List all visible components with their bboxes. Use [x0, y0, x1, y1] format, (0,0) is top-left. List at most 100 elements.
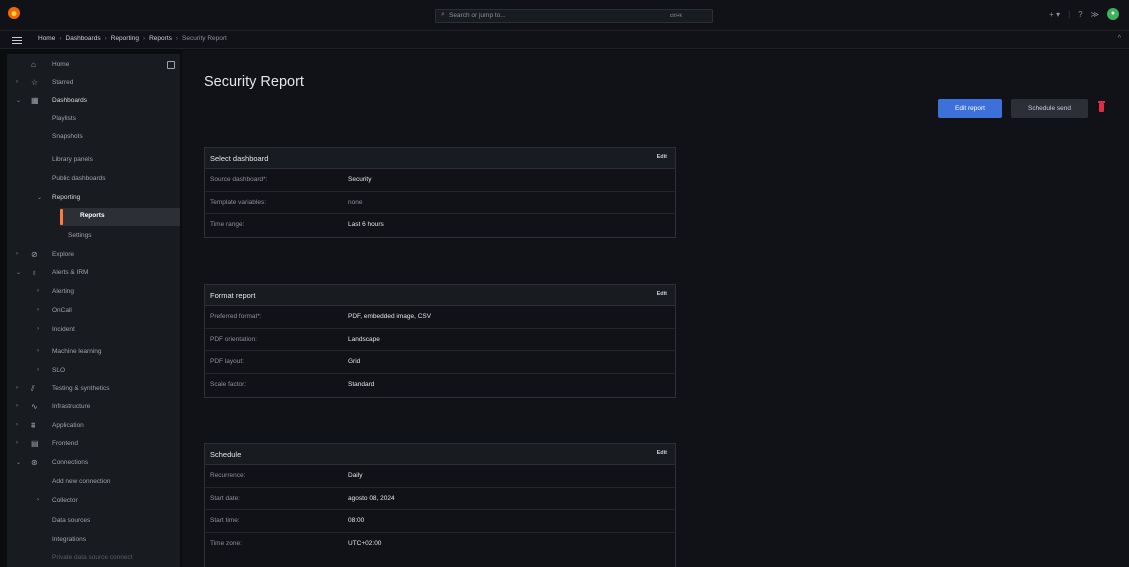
sidebar-item-alerts-irm[interactable]: ⌄ ♁ Alerts & IRM: [7, 265, 180, 283]
sidebar-item-connections[interactable]: ⌄ ⊛ Connections: [7, 455, 180, 473]
field-label: Time range:: [210, 221, 245, 229]
field-label: Time zone:: [210, 540, 242, 548]
sidebar-item-label: Alerting: [52, 288, 75, 295]
chevron-right-icon[interactable]: ›: [37, 326, 39, 332]
star-icon: ☆: [31, 78, 39, 87]
grafana-logo-icon[interactable]: [8, 7, 20, 19]
chevron-right-icon[interactable]: ›: [16, 440, 18, 446]
sidebar-item-alerting[interactable]: › Alerting: [7, 284, 180, 302]
chevron-up-icon[interactable]: ^: [1118, 35, 1121, 42]
sidebar-item-slo[interactable]: › SLO: [7, 363, 180, 381]
sidebar-item-starred[interactable]: › ☆ Starred: [7, 75, 180, 93]
chevron-right-icon[interactable]: ›: [16, 422, 18, 428]
keyboard-shortcut-hint: ctrl+k: [669, 13, 682, 19]
sidebar-item-label: Frontend: [52, 440, 79, 447]
field-value: 08:00: [348, 517, 365, 525]
sidebar-item-data-sources[interactable]: Data sources: [7, 513, 180, 531]
sidebar-item-application[interactable]: › ⩩ Application: [7, 418, 180, 436]
sidebar-item-explore[interactable]: › ⊘ Explore: [7, 247, 180, 265]
compass-icon: ⊘: [31, 250, 38, 259]
trash-icon[interactable]: [1098, 101, 1105, 112]
edit-report-button[interactable]: Edit report: [938, 99, 1002, 118]
sidebar-item-label: Add new connection: [52, 478, 111, 485]
schedule-send-button[interactable]: Schedule send: [1011, 99, 1088, 118]
rss-icon[interactable]: ≫: [1091, 10, 1099, 19]
field-label: PDF orientation:: [210, 335, 257, 343]
chevron-right-icon[interactable]: ›: [37, 367, 39, 373]
search-placeholder: Search or jump to...: [449, 12, 506, 19]
field-label: PDF layout:: [210, 358, 244, 366]
chevron-right-icon[interactable]: ›: [37, 288, 39, 294]
sidebar-item-infrastructure[interactable]: › ∿ Infrastructure: [7, 399, 180, 417]
chevron-down-icon[interactable]: ⌄: [37, 194, 42, 201]
breadcrumb-reports[interactable]: Reports: [149, 35, 172, 42]
breadcrumb-home[interactable]: Home: [38, 35, 55, 42]
main-content: Security Report Edit report Schedule sen…: [182, 50, 1129, 567]
sidebar-item-library-panels[interactable]: Library panels: [7, 152, 180, 170]
avatar[interactable]: ●: [1107, 8, 1119, 20]
table-row: PDF orientation: Landscape: [205, 329, 675, 352]
new-dropdown-button[interactable]: + ▾: [1049, 10, 1060, 19]
chevron-right-icon[interactable]: ›: [16, 251, 18, 257]
sidebar-item-label: SLO: [52, 367, 66, 374]
format-report-card: Format report Edit Preferred format*: PD…: [204, 284, 676, 398]
sidebar-item-snapshots[interactable]: Snapshots: [7, 129, 180, 147]
chart-icon: ⫽: [31, 384, 35, 393]
edit-link[interactable]: Edit: [657, 291, 667, 297]
chevron-right-icon[interactable]: ›: [16, 79, 18, 85]
chevron-right-icon[interactable]: ›: [16, 385, 18, 391]
chevron-right-icon[interactable]: ›: [16, 403, 18, 409]
sidebar-item-collector[interactable]: › Collector: [7, 493, 180, 511]
sidebar-item-label: Public dashboards: [52, 175, 106, 182]
card-header: Select dashboard Edit: [205, 148, 675, 169]
sidebar-item-machine-learning[interactable]: › Machine learning: [7, 344, 180, 362]
sidebar-item-reporting[interactable]: ⌄ Reporting: [7, 190, 180, 208]
chevron-right-icon[interactable]: ›: [37, 348, 39, 354]
table-row: Recurrence: Daily: [205, 465, 675, 488]
sidebar-item-label: Private data source connect: [52, 554, 133, 561]
chevron-right-icon[interactable]: ›: [37, 497, 39, 503]
card-title: Schedule: [210, 450, 242, 459]
menu-icon[interactable]: [12, 37, 22, 44]
sidebar-item-playlists[interactable]: Playlists: [7, 111, 180, 129]
sidebar-item-label: Starred: [52, 79, 74, 86]
field-value: Daily: [348, 472, 363, 479]
field-value: Last 6 hours: [348, 221, 384, 229]
sidebar-item-incident[interactable]: › Incident: [7, 322, 180, 340]
divider: |: [1068, 9, 1071, 19]
sidebar-item-frontend[interactable]: › ▤ Frontend: [7, 436, 180, 454]
table-row: Start time: 08:00: [205, 510, 675, 534]
table-row: PDF layout: Grid: [205, 351, 675, 375]
pulse-icon: ∿: [31, 402, 38, 411]
sidebar-item-reports[interactable]: Reports: [60, 208, 180, 226]
sidebar-item-dashboards[interactable]: ⌄ ▦ Dashboards: [7, 93, 180, 111]
edit-link[interactable]: Edit: [657, 154, 667, 160]
card-header: Format report Edit: [205, 285, 675, 306]
sidebar-item-oncall[interactable]: › OnCall: [7, 303, 180, 321]
field-value: Landscape: [348, 335, 380, 343]
sidebar-item-label: Playlists: [52, 115, 76, 122]
sidebar-item-integrations[interactable]: Integrations: [7, 532, 180, 550]
breadcrumb-dashboards[interactable]: Dashboards: [66, 35, 101, 42]
table-row: Time range: Last 6 hours: [205, 214, 675, 237]
card-header: Schedule Edit: [205, 444, 675, 465]
sidebar-item-add-new-connection[interactable]: Add new connection: [7, 474, 180, 492]
sidebar-item-testing-synthetics[interactable]: › ⫽ Testing & synthetics: [7, 381, 180, 399]
chevron-down-icon[interactable]: ⌄: [16, 459, 21, 466]
breadcrumb-separator: ›: [175, 35, 179, 42]
chevron-down-icon[interactable]: ⌄: [16, 97, 21, 104]
chevron-right-icon[interactable]: ›: [37, 307, 39, 313]
card-title: Select dashboard: [210, 154, 269, 163]
table-row: Start date: agosto 08, 2024: [205, 488, 675, 511]
edit-link[interactable]: Edit: [657, 450, 667, 456]
chevron-down-icon[interactable]: ⌄: [16, 269, 21, 276]
sidebar-item-private-data-source-connect[interactable]: Private data source connect: [7, 550, 180, 567]
sidebar-item-home[interactable]: ⌂ Home: [7, 57, 180, 75]
sidebar-item-settings[interactable]: Settings: [7, 228, 180, 246]
layers-icon: ⩩: [31, 421, 36, 430]
sidebar-item-public-dashboards[interactable]: Public dashboards: [7, 171, 180, 189]
help-icon[interactable]: ?: [1078, 10, 1082, 19]
search-input[interactable]: ⌕ Search or jump to... ctrl+k: [435, 9, 713, 23]
breadcrumb-reporting[interactable]: Reporting: [111, 35, 139, 42]
field-label: Source dashboard*:: [210, 176, 268, 183]
